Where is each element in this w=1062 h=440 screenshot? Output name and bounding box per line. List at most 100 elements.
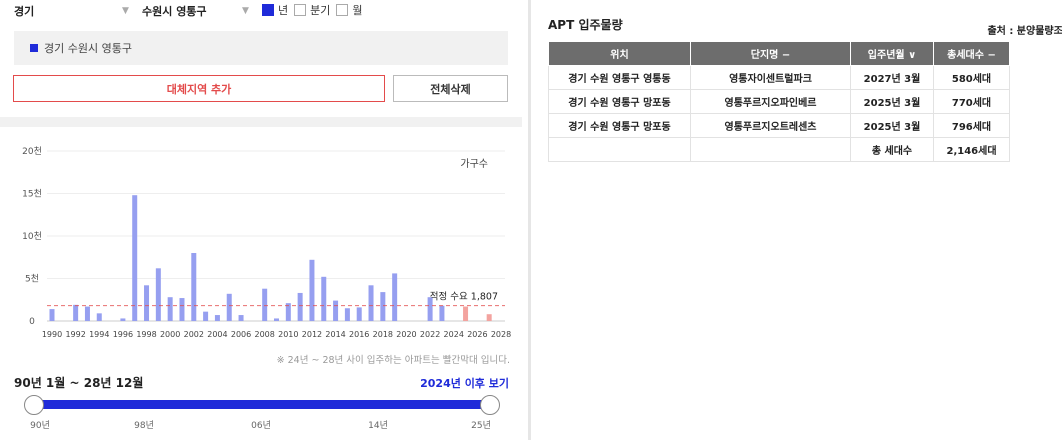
cell-empty (690, 137, 851, 162)
y-tick-label: 5천 (25, 274, 39, 285)
checkbox-year[interactable] (262, 4, 274, 16)
slider-tick: 25년 (471, 421, 491, 431)
apt-title: APT 입주물량 (548, 18, 623, 32)
chart-bar (96, 313, 102, 321)
reference-line-label: 적정 수요 1,807 (430, 291, 498, 303)
slider-handle-end[interactable] (480, 395, 500, 415)
chart-bar (439, 305, 445, 321)
table-row[interactable]: 경기 수원 영통구 망포동 영통푸르지오파인베르 2025년 3월 770세대 (548, 89, 1010, 114)
table-total-row: 총 세대수 2,146세대 (548, 137, 1010, 162)
x-tick-label: 2020 (396, 330, 416, 339)
chart-bar (392, 273, 398, 321)
checkbox-month[interactable] (336, 4, 349, 16)
col-units-sort[interactable]: 총세대수 − (933, 41, 1010, 66)
chart-bar (333, 300, 339, 321)
filter-row: 경기 ▼ 수원시 영통구 ▼ 년 분기 월 (0, 0, 522, 20)
x-tick-label: 2010 (278, 330, 298, 339)
chart-bar (463, 306, 469, 321)
x-tick-label: 2016 (349, 330, 369, 339)
cell-location: 경기 수원 영통구 영통동 (548, 65, 691, 90)
cell-complex: 영통푸르지오파인베르 (690, 89, 851, 114)
cell-location: 경기 수원 영통구 망포동 (548, 113, 691, 138)
chart-bar (49, 309, 55, 321)
col-location: 위치 (548, 41, 691, 66)
x-tick-label: 1998 (136, 330, 156, 339)
total-value: 2,146세대 (933, 137, 1010, 162)
table-header-row: 위치 단지명 − 입주년월 ∨ 총세대수 − (548, 41, 1010, 66)
left-panel: 경기 ▼ 수원시 영통구 ▼ 년 분기 월 경기 수원시 영통구 대체지역 추가… (0, 0, 522, 440)
y-tick-label: 0 (29, 317, 35, 327)
range-title: 90년 1월 ~ 28년 12월 (14, 376, 144, 390)
year-range-slider[interactable] (24, 395, 500, 415)
chart-bar (486, 314, 492, 321)
city-select-value: 수원시 영통구 (142, 5, 207, 18)
x-tick-label: 2004 (207, 330, 227, 339)
cell-units: 796세대 (933, 113, 1010, 138)
x-tick-label: 2012 (302, 330, 322, 339)
x-tick-label: 2026 (467, 330, 487, 339)
cell-complex: 영통자이센트럴파크 (690, 65, 851, 90)
y-tick-label: 20천 (22, 146, 42, 157)
x-tick-label: 1994 (89, 330, 109, 339)
slider-tick: 14년 (368, 421, 388, 431)
apt-table: 위치 단지명 − 입주년월 ∨ 총세대수 − 경기 수원 영통구 영통동 영통자… (548, 41, 1010, 162)
x-tick-label: 2006 (231, 330, 251, 339)
after-2024-link[interactable]: 2024년 이후 보기 (420, 375, 509, 391)
x-tick-label: 2002 (184, 330, 204, 339)
x-tick-label: 2028 (491, 330, 511, 339)
x-tick-label: 2000 (160, 330, 180, 339)
x-tick-label: 1990 (42, 330, 62, 339)
region-label: 경기 수원시 영통구 (44, 42, 132, 55)
chart-bar (274, 318, 279, 321)
col-complex-sort[interactable]: 단지명 − (690, 41, 851, 66)
x-tick-label: 2018 (373, 330, 393, 339)
chart-bar (297, 292, 303, 321)
chart-bar (120, 318, 126, 321)
city-select[interactable]: 수원시 영통구 ▼ (142, 3, 260, 19)
chart-bar (238, 315, 244, 321)
province-select-value: 경기 (14, 5, 35, 18)
chart-bar (155, 268, 161, 321)
cell-units: 580세대 (933, 65, 1010, 90)
right-panel: APT 입주물량 출처 : 분양물량조사 위치 단지명 − 입주년월 ∨ 총세대… (548, 0, 1062, 440)
delete-all-button[interactable]: 전체삭제 (393, 75, 508, 102)
chevron-down-icon: ▼ (122, 6, 129, 16)
chart-bar (380, 292, 386, 321)
checkbox-quarter[interactable] (294, 4, 307, 16)
cell-move-in: 2025년 3월 (850, 113, 934, 138)
chart-bar (167, 297, 173, 321)
total-label: 총 세대수 (850, 137, 934, 162)
section-separator (0, 117, 522, 127)
chart-bar (144, 285, 150, 321)
y-tick-label: 10천 (22, 231, 42, 242)
slider-tick: 06년 (251, 421, 271, 431)
chart-legend: 가구수 (460, 158, 488, 170)
cell-empty (548, 137, 691, 162)
slider-track (34, 400, 490, 409)
region-color-swatch (30, 44, 38, 52)
cell-move-in: 2027년 3월 (850, 65, 934, 90)
chart-bar (344, 308, 350, 321)
province-select[interactable]: 경기 ▼ (14, 3, 134, 19)
slider-handle-start[interactable] (24, 395, 44, 415)
x-tick-label: 1996 (113, 330, 133, 339)
period-checkbox-group: 년 분기 월 (262, 2, 369, 18)
supply-bar-chart: 0 5천 10천 15천 20천적정 수요 1,807 가구수 1990 1992 1994 19… (22, 146, 511, 339)
checkbox-month-label: 월 (352, 4, 363, 17)
source-label: 출처 : 분양물량조사 (987, 26, 1062, 37)
chart-bar (321, 276, 327, 321)
checkbox-year-label: 년 (278, 4, 289, 17)
panel-divider (528, 0, 531, 440)
chart-bar (84, 306, 90, 321)
chart-bar (179, 298, 185, 321)
table-row[interactable]: 경기 수원 영통구 망포동 영통푸르지오트레센츠 2025년 3월 796세대 (548, 113, 1010, 138)
x-tick-label: 1992 (65, 330, 85, 339)
chart-bar (214, 315, 220, 321)
table-row[interactable]: 경기 수원 영통구 영통동 영통자이센트럴파크 2027년 3월 580세대 (548, 65, 1010, 90)
chart-bar (191, 253, 197, 321)
col-move-in-sort[interactable]: 입주년월 ∨ (850, 41, 934, 66)
chart-bar (262, 288, 268, 321)
add-region-button[interactable]: 대체지역 추가 (13, 75, 385, 102)
cell-complex: 영통푸르지오트레센츠 (690, 113, 851, 138)
chart-bar (356, 307, 362, 321)
